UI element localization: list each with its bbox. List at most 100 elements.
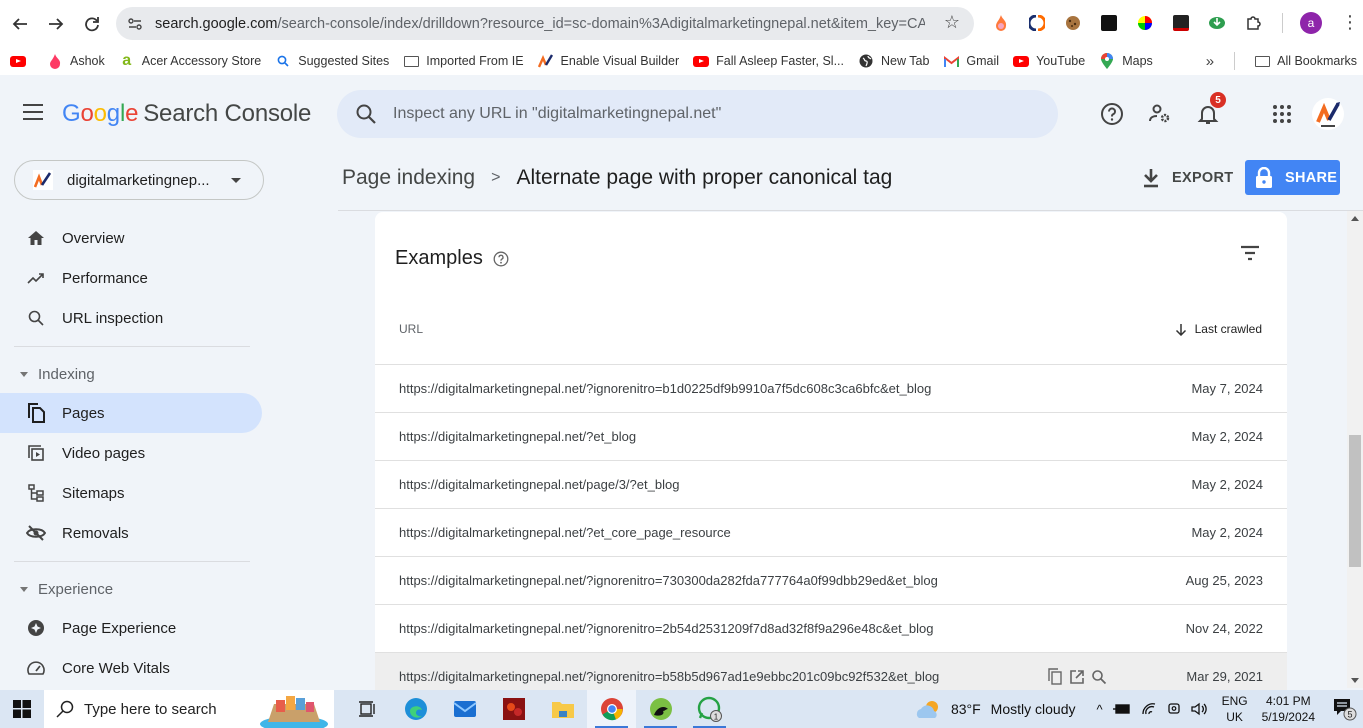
bookmark-youtube-2[interactable]: YouTube — [1006, 49, 1092, 73]
export-button[interactable]: EXPORT — [1142, 164, 1233, 192]
taskbar-edge[interactable] — [391, 690, 440, 728]
extension-checkbox-icon[interactable] — [1168, 10, 1193, 35]
maps-pin-icon — [1099, 53, 1115, 69]
sidebar-divider — [14, 561, 250, 562]
sidebar-item-performance[interactable]: Performance — [0, 258, 262, 298]
sidebar-item-url-inspection[interactable]: URL inspection — [0, 298, 262, 338]
property-selector[interactable]: digitalmarketingnep... — [14, 160, 264, 200]
reload-button[interactable] — [74, 6, 110, 42]
extension-flame-icon[interactable] — [988, 10, 1013, 35]
bookmark-fall-asleep[interactable]: Fall Asleep Faster, Sl... — [686, 49, 851, 73]
bookmark-new-tab[interactable]: New Tab — [851, 49, 936, 73]
url-inspection-input[interactable] — [393, 105, 1013, 123]
start-button[interactable] — [0, 690, 44, 728]
bookmark-gmail[interactable]: Gmail — [936, 49, 1006, 73]
bookmark-suggested-sites[interactable]: Suggested Sites — [268, 49, 396, 73]
row-date: May 2, 2024 — [1191, 525, 1263, 540]
battery-charging-icon[interactable] — [1112, 703, 1131, 715]
scrollbar-thumb[interactable] — [1349, 435, 1361, 567]
sidebar-item-video-pages[interactable]: Video pages — [0, 433, 262, 473]
bookmark-enable-visual-builder[interactable]: Enable Visual Builder — [531, 49, 687, 73]
extension-cookie-icon[interactable] — [1060, 10, 1085, 35]
breadcrumb-parent[interactable]: Page indexing — [342, 166, 475, 190]
bookmark-star-icon[interactable]: ☆ — [944, 12, 960, 33]
browser-menu-icon[interactable]: ⋮ — [1341, 12, 1359, 33]
taskbar-task-view[interactable] — [342, 690, 391, 728]
bookmark-imported-from-ie[interactable]: Imported From IE — [396, 49, 530, 73]
row-date: Nov 24, 2022 — [1185, 621, 1263, 636]
wifi-icon[interactable] — [1141, 702, 1157, 716]
table-row[interactable]: https://digitalmarketingnepal.net/?et_bl… — [375, 412, 1287, 460]
forward-button[interactable] — [38, 6, 74, 42]
help-icon[interactable] — [493, 251, 509, 267]
account-avatar[interactable] — [1312, 98, 1344, 130]
main-menu-icon[interactable] — [23, 104, 43, 120]
address-bar[interactable]: search.google.com/search-console/index/d… — [116, 7, 974, 40]
table-row[interactable]: https://digitalmarketingnepal.net/?ignor… — [375, 604, 1287, 652]
user-settings-button[interactable] — [1144, 98, 1176, 130]
table-row[interactable]: https://digitalmarketingnepal.net/?ignor… — [375, 364, 1287, 412]
show-hidden-icons-button[interactable]: ^ — [1096, 702, 1102, 717]
table-row[interactable]: https://digitalmarketingnepal.net/?et_co… — [375, 508, 1287, 556]
sidebar-item-removals[interactable]: Removals — [0, 513, 262, 553]
sidebar-item-page-experience[interactable]: Page Experience — [0, 608, 262, 648]
inspect-url-icon[interactable] — [1091, 669, 1107, 685]
filter-icon[interactable] — [1239, 244, 1261, 264]
sidebar-item-core-web-vitals[interactable]: Core Web Vitals — [0, 648, 262, 688]
language-indicator[interactable]: ENG UK — [1222, 693, 1248, 725]
back-button[interactable] — [2, 6, 38, 42]
table-row[interactable]: https://digitalmarketingnepal.net/?ignor… — [375, 556, 1287, 604]
table-row-hovered[interactable]: https://digitalmarketingnepal.net/?ignor… — [375, 652, 1287, 690]
address-text[interactable]: search.google.com/search-console/index/d… — [155, 16, 925, 32]
sidebar-section-indexing[interactable]: Indexing — [0, 355, 270, 393]
extension-semrush-icon[interactable] — [1024, 10, 1049, 35]
action-center-button[interactable]: 5 — [1327, 697, 1363, 721]
taskbar-search[interactable]: Type here to search — [44, 690, 334, 728]
sidebar-item-pages[interactable]: Pages — [0, 393, 262, 433]
bookmark-maps[interactable]: Maps — [1092, 49, 1160, 73]
extension-dark-icon[interactable] — [1096, 10, 1121, 35]
google-apps-button[interactable] — [1266, 98, 1298, 130]
sidebar-section-experience[interactable]: Experience — [0, 570, 270, 608]
camera-icon[interactable] — [1167, 701, 1181, 717]
profile-avatar[interactable]: a — [1300, 11, 1322, 34]
sidebar-item-sitemaps[interactable]: Sitemaps — [0, 473, 262, 513]
open-in-new-icon[interactable] — [1069, 669, 1085, 685]
row-date: May 2, 2024 — [1191, 477, 1263, 492]
scroll-down-icon[interactable] — [1351, 678, 1359, 683]
search-console-logo[interactable]: Google Search Console — [62, 100, 311, 128]
more-bookmarks-icon[interactable]: » — [1206, 53, 1214, 70]
all-bookmarks-button[interactable]: All Bookmarks — [1247, 49, 1363, 73]
extensions-puzzle-icon[interactable] — [1240, 10, 1265, 35]
sidebar-item-overview[interactable]: Overview — [0, 218, 262, 258]
extension-download-manager-icon[interactable] — [1204, 10, 1229, 35]
scroll-up-icon[interactable] — [1351, 216, 1359, 221]
row-date: Mar 29, 2021 — [1186, 669, 1263, 684]
bookmark-youtube[interactable] — [0, 49, 40, 73]
taskbar-app-frog[interactable] — [636, 690, 685, 728]
copy-icon[interactable] — [1047, 668, 1063, 685]
bookmark-ashok[interactable]: Ashok — [40, 49, 112, 73]
taskbar-chrome[interactable] — [587, 690, 636, 728]
page-scrollbar[interactable] — [1347, 211, 1363, 688]
notifications-button[interactable]: 5 — [1192, 92, 1226, 130]
column-header-last-crawled[interactable]: Last crawled — [1175, 322, 1262, 336]
url-inspection-search[interactable] — [337, 90, 1058, 138]
volume-icon[interactable] — [1190, 702, 1209, 716]
extension-colorpicker-icon[interactable] — [1132, 10, 1157, 35]
taskbar-mail[interactable] — [440, 690, 489, 728]
weather-widget[interactable]: 83°F Mostly cloudy — [915, 699, 1075, 719]
table-row[interactable]: https://digitalmarketingnepal.net/page/3… — [375, 460, 1287, 508]
share-button[interactable]: SHARE — [1245, 160, 1340, 195]
site-logo-icon — [537, 53, 554, 69]
taskbar-whatsapp[interactable]: 1 — [685, 690, 734, 728]
taskbar-file-explorer[interactable] — [538, 690, 587, 728]
bookmark-acer[interactable]: a Acer Accessory Store — [112, 49, 269, 73]
arrow-down-icon — [1175, 323, 1186, 336]
system-tray: 83°F Mostly cloudy ^ ENG UK 4:01 PM 5/19… — [915, 690, 1363, 728]
apps-grid-icon — [1273, 105, 1291, 123]
site-info-icon[interactable] — [124, 13, 146, 35]
clock[interactable]: 4:01 PM 5/19/2024 — [1262, 693, 1315, 725]
help-button[interactable] — [1096, 98, 1128, 130]
taskbar-game[interactable] — [489, 690, 538, 728]
